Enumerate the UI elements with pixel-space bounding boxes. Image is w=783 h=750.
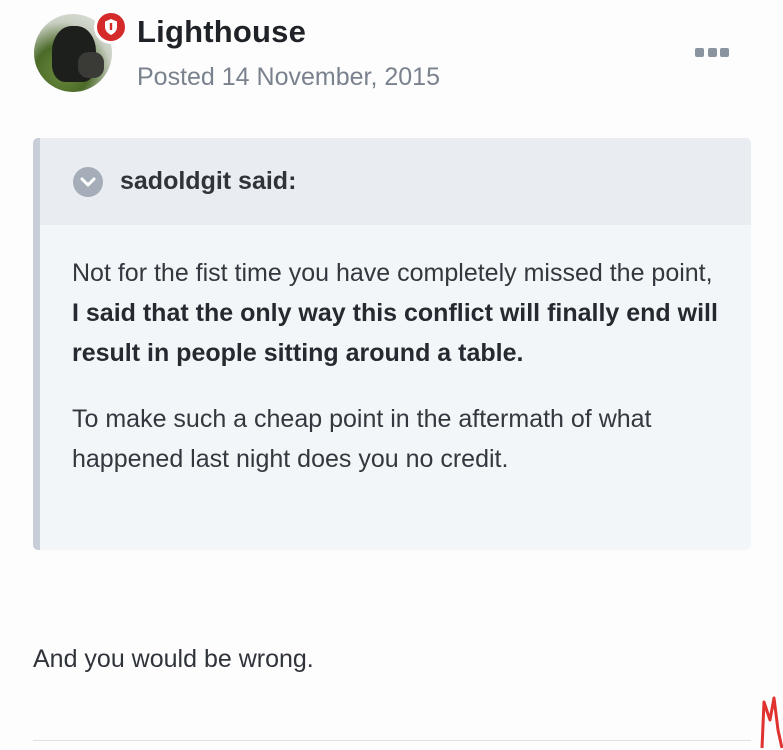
ellipsis-icon [695, 47, 704, 57]
post-options-button[interactable] [690, 40, 734, 64]
quote-paragraph: To make such a cheap point in the afterm… [72, 405, 652, 473]
ellipsis-icon [720, 47, 729, 57]
reply-text: And you would be wrong. [33, 645, 314, 673]
chevron-down-icon [80, 177, 96, 186]
quote-bold-text: I said that the only way this conflict w… [72, 299, 718, 367]
author-avatar-wrap[interactable] [34, 10, 128, 94]
forum-post: Lighthouse Posted 14 November, 2015 sado… [0, 0, 783, 750]
quote-text: Not for the fist time you have completel… [72, 259, 713, 287]
post-divider [33, 740, 751, 741]
avatar-figure-detail [78, 52, 104, 78]
quote-header: sadoldgit said: [40, 138, 751, 225]
quote-citation[interactable]: sadoldgit said: [120, 167, 296, 196]
moderator-badge [94, 10, 128, 44]
scribble-mark [760, 696, 783, 749]
quote-paragraph: Not for the fist time you have completel… [72, 253, 721, 373]
quote-block: sadoldgit said: Not for the fist time yo… [33, 138, 751, 550]
quote-toggle-button[interactable] [73, 166, 103, 197]
shield-icon [105, 19, 117, 35]
quote-body: Not for the fist time you have completel… [40, 225, 751, 479]
author-name[interactable]: Lighthouse [137, 14, 306, 50]
ellipsis-icon [707, 47, 717, 57]
post-date[interactable]: Posted 14 November, 2015 [137, 63, 440, 92]
